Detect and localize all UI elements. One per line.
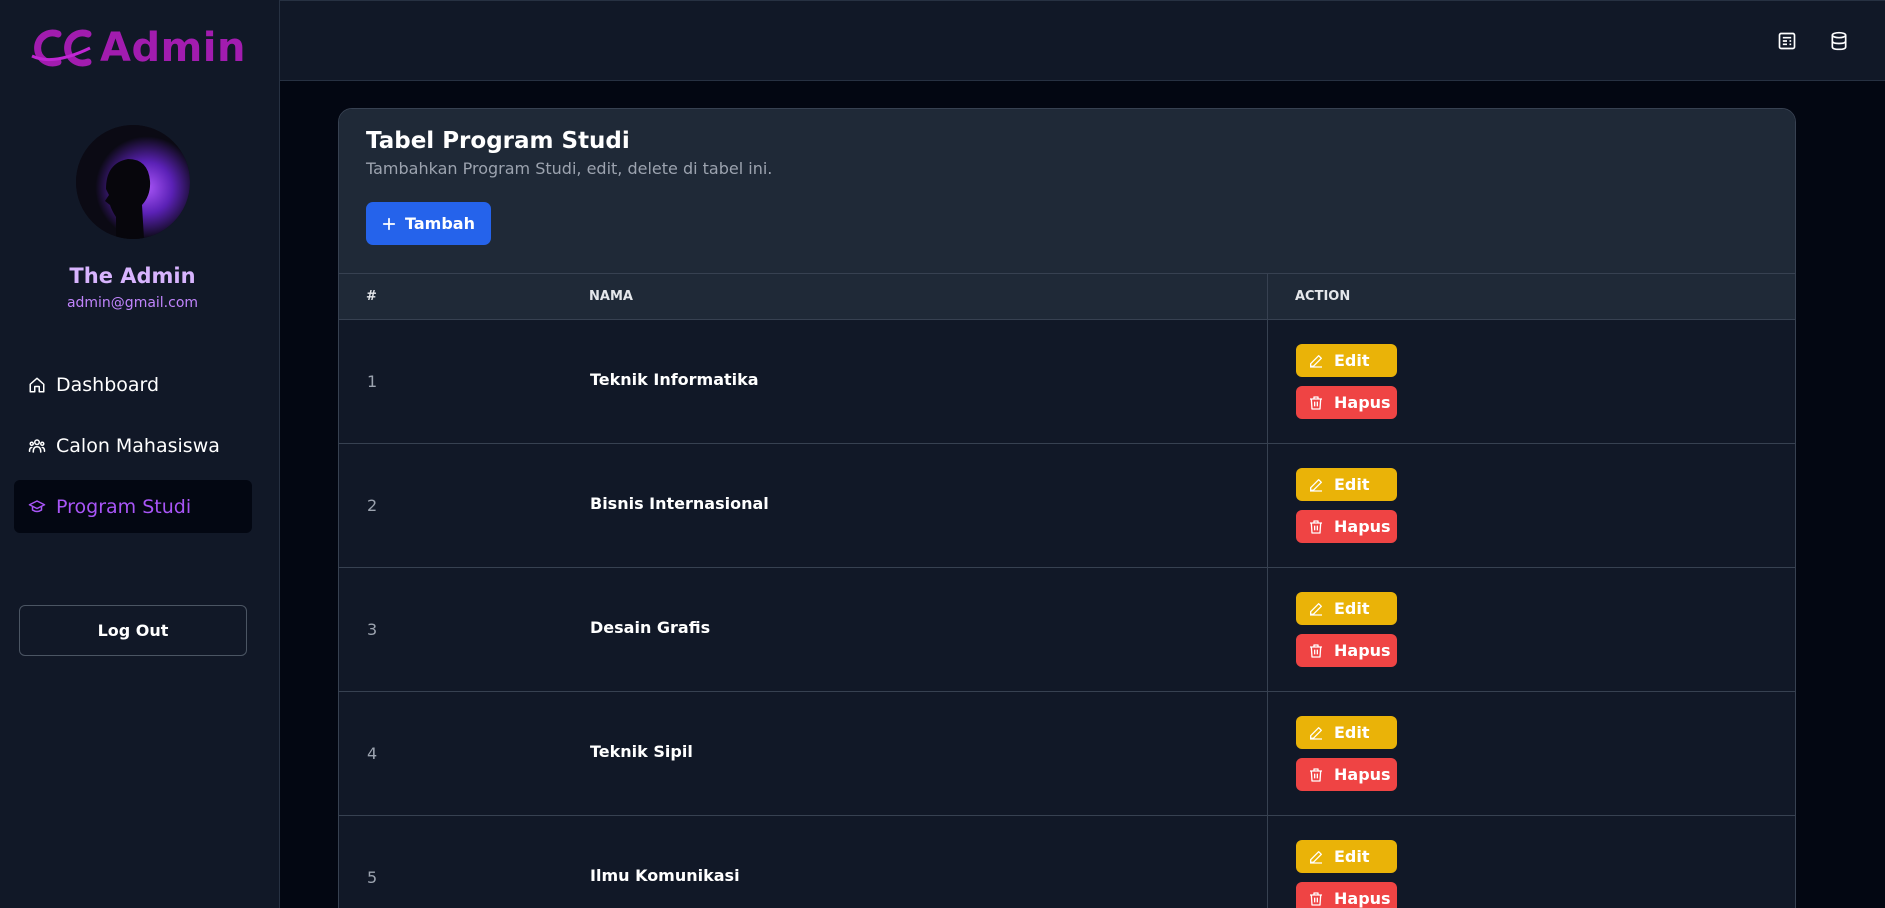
sidebar-nav: Dashboard Calon Mahasiswa Program Studi — [14, 358, 252, 541]
logo[interactable]: Admin — [28, 26, 246, 70]
delete-button[interactable]: Hapus — [1296, 386, 1397, 419]
edit-button-label: Edit — [1334, 723, 1370, 742]
program-studi-card: Tabel Program Studi Tambahkan Program St… — [338, 108, 1796, 908]
edit-button[interactable]: Edit — [1296, 592, 1397, 625]
sidebar-item-label: Dashboard — [56, 373, 160, 396]
profile-email: admin@gmail.com — [66, 295, 199, 311]
edit-button[interactable]: Edit — [1296, 344, 1397, 377]
home-icon — [29, 377, 45, 392]
header-action: ACTION — [1295, 289, 1351, 304]
card-header: Tabel Program Studi Tambahkan Program St… — [339, 109, 1795, 274]
sidebar-item-program-studi[interactable]: Program Studi — [14, 480, 252, 533]
table-row: 5 Ilmu Komunikasi Edit Hapus — [339, 816, 1795, 908]
avatar — [76, 125, 190, 239]
table-header: # NAMA ACTION — [339, 274, 1795, 320]
delete-button[interactable]: Hapus — [1296, 510, 1397, 543]
row-number: 3 — [367, 620, 378, 639]
plus-icon — [382, 217, 396, 230]
row-name: Teknik Sipil — [590, 742, 693, 761]
column-divider — [1267, 692, 1268, 815]
profile-name: The Admin — [69, 264, 196, 288]
delete-button-label: Hapus — [1334, 765, 1391, 784]
table-row: 1 Teknik Informatika Edit Hapus — [339, 320, 1795, 444]
pencil-icon — [1310, 850, 1322, 864]
delete-button[interactable]: Hapus — [1296, 634, 1397, 667]
column-divider — [1267, 320, 1268, 443]
trash-icon — [1310, 519, 1322, 534]
logo-mark-icon — [31, 29, 92, 67]
pencil-icon — [1310, 354, 1322, 368]
logout-button[interactable]: Log Out — [19, 605, 247, 656]
delete-button-label: Hapus — [1334, 889, 1391, 908]
database-icon[interactable] — [1829, 31, 1849, 51]
row-name: Bisnis Internasional — [590, 494, 769, 513]
add-button-label: Tambah — [405, 214, 475, 233]
table-row: 2 Bisnis Internasional Edit Hapus — [339, 444, 1795, 568]
row-name: Teknik Informatika — [590, 370, 759, 389]
row-number: 4 — [367, 744, 378, 763]
add-button[interactable]: Tambah — [366, 202, 491, 245]
edit-button-label: Edit — [1334, 475, 1370, 494]
trash-icon — [1310, 395, 1322, 410]
edit-button-label: Edit — [1334, 847, 1370, 866]
row-number: 5 — [367, 868, 378, 887]
sidebar-item-label: Program Studi — [56, 495, 192, 518]
pencil-icon — [1310, 726, 1322, 740]
table-icon[interactable] — [1777, 31, 1797, 51]
column-divider — [1267, 274, 1268, 319]
column-divider — [1267, 444, 1268, 567]
sidebar: Admin The Admin admin@gmail.com Dashboar… — [0, 0, 280, 908]
edit-button-label: Edit — [1334, 351, 1370, 370]
trash-icon — [1310, 643, 1322, 658]
delete-button-label: Hapus — [1334, 393, 1391, 412]
delete-button-label: Hapus — [1334, 641, 1391, 660]
trash-icon — [1310, 891, 1322, 906]
sidebar-item-dashboard[interactable]: Dashboard — [14, 358, 252, 411]
graduation-cap-icon — [28, 499, 46, 512]
delete-button[interactable]: Hapus — [1296, 758, 1397, 791]
header-number: # — [366, 289, 377, 304]
column-divider — [1267, 568, 1268, 691]
table-row: 4 Teknik Sipil Edit Hapus — [339, 692, 1795, 816]
table-body: 1 Teknik Informatika Edit Hapus 2 Bisnis… — [339, 320, 1795, 908]
topbar — [280, 0, 1885, 81]
column-divider — [1267, 816, 1268, 908]
trash-icon — [1310, 767, 1322, 782]
edit-button[interactable]: Edit — [1296, 716, 1397, 749]
delete-button[interactable]: Hapus — [1296, 882, 1397, 908]
sidebar-item-label: Calon Mahasiswa — [56, 434, 220, 457]
row-number: 2 — [367, 496, 378, 515]
users-icon — [28, 438, 46, 453]
row-name: Desain Grafis — [590, 618, 711, 637]
row-number: 1 — [367, 372, 378, 391]
table-row: 3 Desain Grafis Edit Hapus — [339, 568, 1795, 692]
edit-button[interactable]: Edit — [1296, 468, 1397, 501]
row-name: Ilmu Komunikasi — [590, 866, 740, 885]
edit-button[interactable]: Edit — [1296, 840, 1397, 873]
pencil-icon — [1310, 478, 1322, 492]
pencil-icon — [1310, 602, 1322, 616]
edit-button-label: Edit — [1334, 599, 1370, 618]
sidebar-item-calon-mahasiswa[interactable]: Calon Mahasiswa — [14, 419, 252, 472]
header-nama: NAMA — [589, 289, 633, 304]
page-subtitle: Tambahkan Program Studi, edit, delete di… — [366, 159, 773, 178]
page-title: Tabel Program Studi — [366, 128, 630, 154]
delete-button-label: Hapus — [1334, 517, 1391, 536]
logo-text: Admin — [100, 25, 246, 71]
